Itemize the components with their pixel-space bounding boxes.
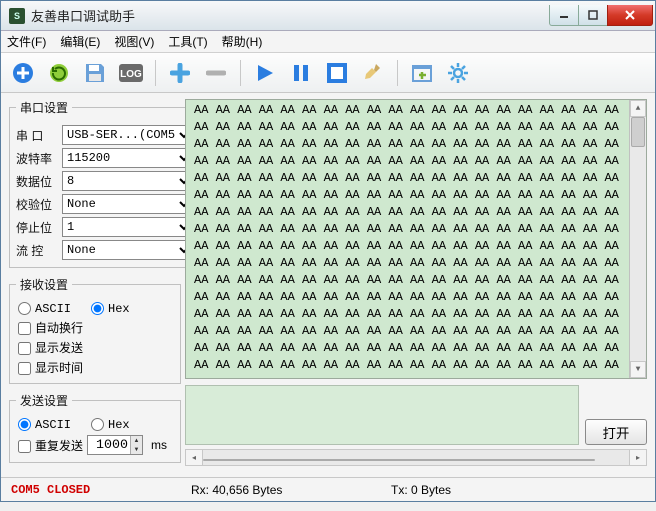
left-panel: 串口设置 串 口 USB-SER...(COM5 波特率 115200 数据位 … [1,93,185,477]
pause-icon[interactable] [287,59,315,87]
maximize-button[interactable] [578,5,608,26]
scroll-up-icon[interactable]: ▲ [630,100,646,117]
send-hex-radio[interactable]: Hex [89,418,130,432]
stopbits-select[interactable]: 1 [62,217,193,237]
svg-text:LOG: LOG [120,69,142,80]
clear-icon[interactable] [359,59,387,87]
menu-view[interactable]: 视图(V) [114,33,154,50]
close-button[interactable] [607,5,653,26]
flow-label: 流 控 [16,242,58,259]
send-ascii-radio[interactable]: ASCII [16,418,71,432]
minimize-button[interactable] [549,5,579,26]
interval-unit: ms [151,438,167,452]
showtime-checkbox[interactable]: 显示时间 [16,359,83,376]
parity-select[interactable]: None [62,194,193,214]
rx-content: AA AA AA AA AA AA AA AA AA AA AA AA AA A… [194,103,619,372]
menu-file[interactable]: 文件(F) [7,33,46,50]
rx-textarea[interactable]: AA AA AA AA AA AA AA AA AA AA AA AA AA A… [185,99,647,379]
flow-select[interactable]: None [62,240,193,260]
baud-label: 波特率 [16,150,58,167]
minus-icon[interactable] [202,59,230,87]
stop-icon[interactable] [323,59,351,87]
client-area: 串口设置 串 口 USB-SER...(COM5 波特率 115200 数据位 … [1,93,655,477]
recv-settings-legend: 接收设置 [16,276,72,293]
save-icon[interactable] [81,59,109,87]
parity-label: 校验位 [16,196,58,213]
send-settings-legend: 发送设置 [16,392,72,409]
right-panel: AA AA AA AA AA AA AA AA AA AA AA AA AA A… [185,93,655,477]
toolbar-separator [397,60,398,86]
add-port-icon[interactable] [9,59,37,87]
spinner-buttons[interactable]: ▲▼ [130,436,142,454]
menubar: 文件(F) 编辑(E) 视图(V) 工具(T) 帮助(H) [1,31,655,53]
recv-hex-radio[interactable]: Hex [89,302,130,316]
rx-vscrollbar[interactable]: ▲▼ [629,100,646,378]
play-icon[interactable] [251,59,279,87]
app-window: S 友善串口调试助手 文件(F) 编辑(E) 视图(V) 工具(T) 帮助(H) [0,0,656,502]
scroll-left-icon[interactable]: ◂ [186,450,203,465]
settings-icon[interactable] [444,59,472,87]
serial-settings-legend: 串口设置 [16,99,72,116]
showsend-checkbox[interactable]: 显示发送 [16,339,83,356]
recv-settings-panel: 接收设置 ASCII Hex 自动换行 显示发送 显示时间 [9,276,181,384]
window-title: 友善串口调试助手 [31,6,550,25]
menu-tools[interactable]: 工具(T) [168,33,207,50]
scroll-thumb[interactable] [631,117,645,147]
port-label: 串 口 [16,127,58,144]
tx-textarea[interactable] [185,385,579,445]
port-status: COM5 CLOSED [1,483,181,497]
log-icon[interactable]: LOG [117,59,145,87]
send-settings-panel: 发送设置 ASCII Hex 重复发送 ▲▼ ms [9,392,181,463]
menu-edit[interactable]: 编辑(E) [60,33,100,50]
rx-bytes: Rx: 40,656 Bytes [181,483,381,497]
hscroll-thumb[interactable] [203,459,595,461]
toolbar: LOG [1,53,655,93]
tx-bytes: Tx: 0 Bytes [381,483,461,497]
statusbar: COM5 CLOSED Rx: 40,656 Bytes Tx: 0 Bytes [1,477,655,501]
menu-help[interactable]: 帮助(H) [222,33,263,50]
repeat-checkbox[interactable]: 重复发送 [16,437,83,454]
baud-select[interactable]: 115200 [62,148,193,168]
port-select[interactable]: USB-SER...(COM5 [62,125,193,145]
serial-settings-panel: 串口设置 串 口 USB-SER...(COM5 波特率 115200 数据位 … [9,99,200,268]
rx-hscrollbar[interactable]: ◂ ▸ [185,449,647,466]
autowrap-checkbox[interactable]: 自动换行 [16,319,83,336]
scroll-right-icon[interactable]: ▸ [629,450,646,465]
new-window-icon[interactable] [408,59,436,87]
toolbar-separator [240,60,241,86]
app-icon: S [9,8,25,24]
databits-label: 数据位 [16,173,58,190]
titlebar[interactable]: S 友善串口调试助手 [1,1,655,31]
toolbar-separator [155,60,156,86]
scroll-down-icon[interactable]: ▼ [630,361,646,378]
plus-icon[interactable] [166,59,194,87]
open-button[interactable]: 打开 [585,419,647,445]
stopbits-label: 停止位 [16,219,58,236]
databits-select[interactable]: 8 [62,171,193,191]
refresh-icon[interactable] [45,59,73,87]
recv-ascii-radio[interactable]: ASCII [16,302,71,316]
